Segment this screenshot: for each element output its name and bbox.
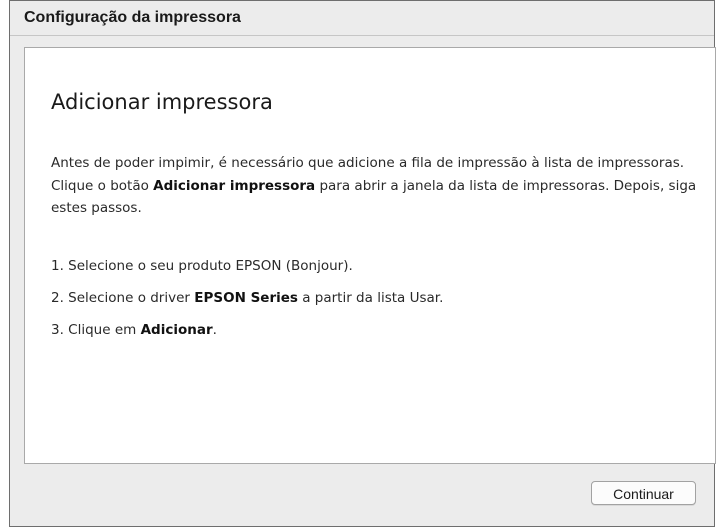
- window-title: Configuração da impressora: [24, 9, 241, 26]
- step-item-3: 3. Clique em Adicionar.: [51, 320, 443, 352]
- steps-list: 1. Selecione o seu produto EPSON (Bonjou…: [51, 256, 443, 352]
- intro-text-bold: Adicionar impressora: [153, 177, 316, 194]
- step-3-text-bold: Adicionar: [140, 322, 213, 338]
- step-item-1: 1. Selecione o seu produto EPSON (Bonjou…: [51, 256, 443, 288]
- printer-setup-window: Configuração da impressora Adicionar imp…: [9, 0, 716, 527]
- window-header: Configuração da impressora: [10, 1, 714, 36]
- step-3-text-before: 3. Clique em: [51, 322, 141, 338]
- continue-button[interactable]: Continuar: [591, 481, 696, 505]
- step-1-text: 1. Selecione o seu produto EPSON (Bonjou…: [51, 258, 353, 274]
- content-panel: Adicionar impressora Antes de poder impi…: [24, 47, 716, 464]
- step-item-2: 2. Selecione o driver EPSON Series a par…: [51, 288, 443, 320]
- intro-paragraph: Antes de poder impimir, é necessário que…: [51, 152, 711, 220]
- content-title: Adicionar impressora: [51, 90, 273, 114]
- step-3-text-after: .: [212, 322, 217, 338]
- step-2-text-bold: EPSON Series: [194, 290, 298, 306]
- step-2-text-before: 2. Selecione o driver: [51, 290, 195, 306]
- step-2-text-after: a partir da lista Usar.: [297, 290, 444, 306]
